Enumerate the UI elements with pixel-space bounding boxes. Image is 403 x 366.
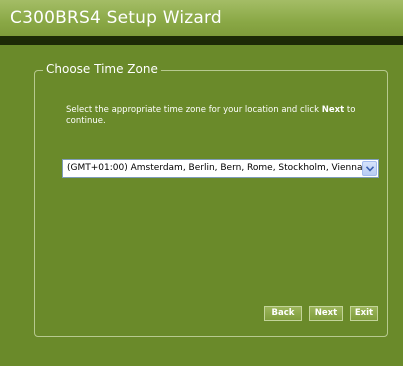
chevron-down-icon bbox=[366, 166, 374, 172]
timezone-select[interactable]: (GMT+01:00) Amsterdam, Berlin, Bern, Rom… bbox=[62, 159, 379, 178]
title-bar: C300BRS4 Setup Wizard bbox=[0, 0, 403, 36]
setup-wizard-window: C300BRS4 Setup Wizard Choose Time Zone S… bbox=[0, 0, 403, 366]
dropdown-button[interactable] bbox=[362, 161, 377, 176]
window-title: C300BRS4 Setup Wizard bbox=[10, 8, 222, 28]
section-legend: Choose Time Zone bbox=[43, 62, 161, 76]
next-button[interactable]: Next bbox=[309, 306, 343, 321]
exit-button[interactable]: Exit bbox=[350, 306, 378, 321]
instruction-prefix: Select the appropriate time zone for you… bbox=[66, 105, 322, 115]
instruction-text: Select the appropriate time zone for you… bbox=[66, 105, 376, 127]
title-divider bbox=[0, 36, 403, 45]
back-button[interactable]: Back bbox=[264, 306, 302, 321]
instruction-next-emphasis: Next bbox=[321, 105, 345, 115]
timezone-selected-value: (GMT+01:00) Amsterdam, Berlin, Bern, Rom… bbox=[67, 163, 363, 173]
